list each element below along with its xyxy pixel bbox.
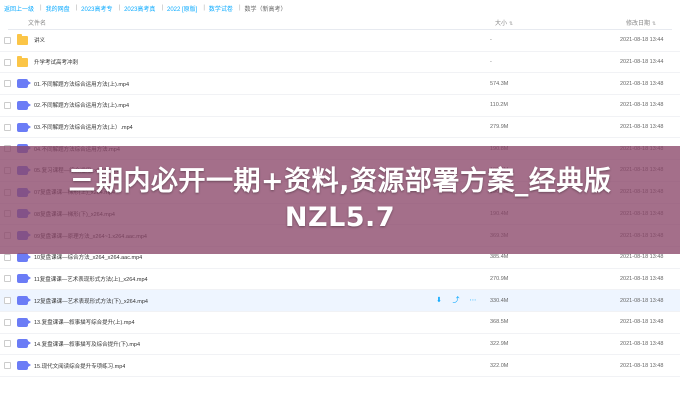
file-date: 2021-08-18 13:48 bbox=[620, 124, 664, 131]
file-row[interactable]: 03.不同解题方法综合运用方法(上）.mp4 279.9M 2021-08-18 1… bbox=[0, 117, 680, 139]
file-row[interactable]: 讲义 - 2021-08-18 13:44 bbox=[0, 30, 680, 52]
row-checkbox[interactable] bbox=[4, 297, 11, 305]
file-size: 279.9M bbox=[490, 124, 509, 131]
breadcrumb-current: 数学（新高考） bbox=[244, 6, 287, 13]
row-actions: ⬇ ⤴ ⋯ bbox=[435, 297, 477, 305]
row-checkbox[interactable] bbox=[4, 340, 11, 348]
folder-icon bbox=[17, 33, 28, 45]
file-date: 2021-08-18 13:48 bbox=[620, 297, 664, 304]
file-date: 2021-08-18 13:44 bbox=[620, 59, 664, 66]
file-list-header: 文件名 大小 ⇅ 修改日期 ⇅ bbox=[0, 16, 680, 28]
breadcrumb-item[interactable]: 返回上一级 bbox=[4, 4, 34, 13]
banner-title: 三期内必开一期+资料,资源部署方案_经典版 bbox=[68, 166, 612, 197]
breadcrumb-separator: | bbox=[203, 5, 205, 11]
file-row[interactable]: 02.不同解题方法综合运用方法(上).mp4 110.2M 2021-08-18 1… bbox=[0, 95, 680, 117]
file-name[interactable]: 10复盘课课—综合方法_x264_x264.aac.mp4 bbox=[34, 253, 142, 261]
folder-icon bbox=[17, 55, 28, 67]
file-name[interactable]: 升学考试高考冲刺 bbox=[34, 58, 78, 66]
video-file-icon bbox=[17, 79, 31, 89]
file-date: 2021-08-18 13:48 bbox=[620, 254, 664, 261]
file-size: - bbox=[490, 37, 492, 44]
overlay-banner: 三期内必开一期+资料,资源部署方案_经典版 NZL5.7 bbox=[0, 146, 680, 254]
breadcrumb-separator: | bbox=[40, 5, 42, 11]
video-file-icon bbox=[17, 296, 31, 306]
sort-icon: ⇅ bbox=[509, 20, 514, 27]
column-header-name[interactable]: 文件名 bbox=[28, 18, 46, 27]
file-date: 2021-08-18 13:48 bbox=[620, 80, 664, 87]
share-icon[interactable]: ⤴ bbox=[452, 297, 460, 305]
breadcrumb-item[interactable]: 2023高考专 bbox=[81, 4, 112, 13]
file-date: 2021-08-18 13:48 bbox=[620, 275, 664, 282]
file-date: 2021-08-18 13:48 bbox=[620, 362, 664, 369]
row-checkbox[interactable] bbox=[4, 318, 11, 326]
file-size: 385.4M bbox=[490, 254, 509, 261]
file-row[interactable]: 01.不同解题方法综合运用方法(上).mp4 574.3M 2021-08-18 1… bbox=[0, 73, 680, 96]
breadcrumb-item[interactable]: 2023高考真 bbox=[124, 4, 155, 13]
breadcrumb: 返回上一级 | 我的网盘 | 2023高考专 | 2023高考真 | 2022 [原版] | 数学试… bbox=[0, 0, 680, 16]
breadcrumb-item[interactable]: 我的网盘 bbox=[46, 4, 70, 13]
file-date: 2021-08-18 13:48 bbox=[620, 102, 664, 109]
row-checkbox[interactable] bbox=[4, 123, 11, 131]
file-size: 368.5M bbox=[490, 319, 509, 326]
file-size: - bbox=[490, 59, 492, 66]
file-name[interactable]: 02.不同解题方法综合运用方法(上).mp4 bbox=[34, 101, 129, 109]
breadcrumb-separator: | bbox=[75, 5, 78, 11]
file-size: 330.4M bbox=[490, 297, 509, 304]
file-size: 322.9M bbox=[490, 340, 509, 347]
file-size: 322.0M bbox=[490, 362, 509, 369]
file-date: 2021-08-18 13:48 bbox=[620, 340, 664, 347]
row-checkbox[interactable] bbox=[4, 58, 11, 66]
video-file-icon bbox=[17, 252, 31, 262]
video-file-icon bbox=[17, 100, 31, 110]
file-row[interactable]: 15.现代文阅读综合提升专项练习.mp4 322.0M 2021-08-18 13:… bbox=[0, 355, 680, 377]
row-checkbox[interactable] bbox=[4, 253, 11, 261]
file-name[interactable]: 13.复盘课课—叙事描写综合提升(上).mp4 bbox=[34, 318, 135, 326]
column-name-label: 文件名 bbox=[28, 20, 47, 27]
row-checkbox[interactable] bbox=[4, 101, 11, 109]
video-file-icon bbox=[17, 339, 31, 349]
more-icon[interactable]: ⋯ bbox=[469, 297, 477, 305]
file-name[interactable]: 15.现代文阅读综合提升专项练习.mp4 bbox=[34, 362, 125, 370]
file-size: 574.3M bbox=[490, 80, 509, 87]
video-file-icon bbox=[17, 274, 31, 284]
column-header-date[interactable]: 修改日期 ⇅ bbox=[626, 18, 656, 27]
column-date-label: 修改日期 bbox=[626, 20, 651, 27]
row-checkbox[interactable] bbox=[4, 275, 11, 283]
breadcrumb-item[interactable]: 2022 [原版] bbox=[167, 4, 197, 13]
file-row[interactable]: 升学考试高考冲刺 - 2021-08-18 13:44 bbox=[0, 52, 680, 74]
breadcrumb-separator: | bbox=[161, 5, 163, 11]
file-size: 270.9M bbox=[490, 275, 509, 282]
file-name[interactable]: 12复盘课课—艺术表现形式方法(下)_x264.mp4 bbox=[34, 297, 148, 305]
file-name[interactable]: 01.不同解题方法综合运用方法(上).mp4 bbox=[34, 80, 129, 88]
breadcrumb-item[interactable]: 数学试卷 bbox=[209, 4, 233, 13]
file-date: 2021-08-18 13:44 bbox=[620, 37, 664, 44]
file-row[interactable]: 12复盘课课—艺术表现形式方法(下)_x264.mp4 ⬇ ⤴ ⋯ 330.4M 2021… bbox=[0, 290, 680, 312]
file-size: 110.2M bbox=[490, 102, 508, 109]
row-checkbox[interactable] bbox=[4, 362, 11, 370]
sort-icon: ⇅ bbox=[652, 20, 657, 27]
file-row[interactable]: 13.复盘课课—叙事描写综合提升(上).mp4 368.5M 2021-08-18 … bbox=[0, 312, 680, 334]
download-icon[interactable]: ⬇ bbox=[435, 297, 443, 305]
row-checkbox[interactable] bbox=[4, 80, 11, 88]
file-name[interactable]: 03.不同解题方法综合运用方法(上）.mp4 bbox=[34, 123, 133, 131]
file-row[interactable]: 11复盘课课—艺术表现形式方法(上)_x264.mp4 270.9M 2021-08… bbox=[0, 269, 680, 291]
file-row[interactable]: 14.复盘课课—叙事描写及综合提升(下).mp4 322.9M 2021-08-18… bbox=[0, 334, 680, 356]
video-file-icon bbox=[17, 122, 31, 132]
breadcrumb-separator: | bbox=[238, 5, 241, 11]
breadcrumb-separator: | bbox=[118, 5, 121, 11]
column-size-label: 大小 bbox=[495, 20, 508, 27]
column-header-size[interactable]: 大小 ⇅ bbox=[495, 18, 513, 27]
video-file-icon bbox=[17, 361, 31, 371]
row-checkbox[interactable] bbox=[4, 36, 11, 44]
banner-subtitle: NZL5.7 bbox=[284, 202, 396, 233]
file-name[interactable]: 14.复盘课课—叙事描写及综合提升(下).mp4 bbox=[34, 340, 140, 348]
file-name[interactable]: 讲义 bbox=[34, 36, 45, 44]
video-file-icon bbox=[17, 317, 31, 327]
file-name[interactable]: 11复盘课课—艺术表现形式方法(上)_x264.mp4 bbox=[34, 275, 148, 283]
file-date: 2021-08-18 13:48 bbox=[620, 319, 664, 326]
